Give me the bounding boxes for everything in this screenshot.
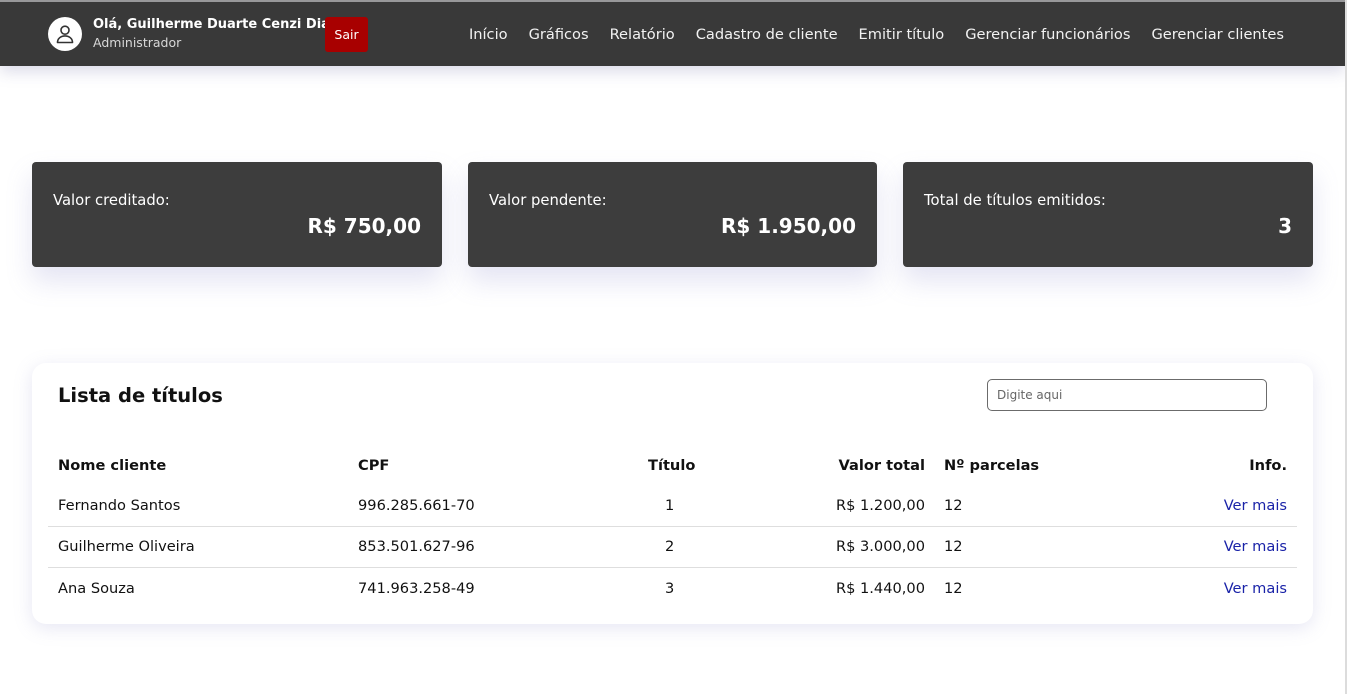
column-header-info: Info.	[1249, 457, 1287, 474]
nav-link-relatorio[interactable]: Relatório	[610, 26, 675, 43]
row-divider	[48, 526, 1297, 527]
row-1-installments: 12	[944, 497, 963, 514]
nav-link-graficos[interactable]: Gráficos	[529, 26, 589, 43]
card-pending: Valor pendente: R$ 1.950,00	[468, 162, 877, 267]
card-issued-value: 3	[1278, 214, 1292, 238]
row-2-name: Guilherme Oliveira	[58, 538, 195, 555]
row-1-ver-mais-link[interactable]: Ver mais	[1224, 497, 1287, 514]
card-credited-value: R$ 750,00	[307, 214, 421, 238]
card-credited-label: Valor creditado:	[53, 192, 170, 209]
row-3-total: R$ 1.440,00	[835, 580, 925, 597]
nav-link-gerenciar-funcionarios[interactable]: Gerenciar funcionários	[965, 26, 1130, 43]
user-avatar-icon	[48, 17, 82, 51]
row-3-installments: 12	[944, 580, 963, 597]
row-3-title: 3	[665, 580, 675, 597]
navbar: Olá, Guilherme Duarte Cenzi Dias Adminis…	[0, 2, 1345, 66]
row-1-cpf: 996.285.661-70	[358, 497, 475, 514]
row-1-name: Fernando Santos	[58, 497, 181, 514]
nav-link-emitir-titulo[interactable]: Emitir título	[859, 26, 945, 43]
user-role: Administrador	[93, 35, 182, 50]
row-1-title: 1	[665, 497, 675, 514]
nav-link-inicio[interactable]: Início	[469, 26, 508, 43]
titles-panel: Lista de títulos Nome cliente CPF Título…	[32, 363, 1313, 624]
nav-link-cadastro-cliente[interactable]: Cadastro de cliente	[696, 26, 838, 43]
user-greeting: Olá, Guilherme Duarte Cenzi Dias	[93, 17, 338, 32]
card-pending-label: Valor pendente:	[489, 192, 607, 209]
card-issued: Total de títulos emitidos: 3	[903, 162, 1313, 267]
row-2-ver-mais-link[interactable]: Ver mais	[1224, 538, 1287, 555]
row-3-cpf: 741.963.258-49	[358, 580, 475, 597]
nav-link-gerenciar-clientes[interactable]: Gerenciar clientes	[1151, 26, 1284, 43]
row-1-total: R$ 1.200,00	[835, 497, 925, 514]
row-2-installments: 12	[944, 538, 963, 555]
row-3-ver-mais-link[interactable]: Ver mais	[1224, 580, 1287, 597]
titles-heading: Lista de títulos	[58, 384, 223, 407]
row-2-cpf: 853.501.627-96	[358, 538, 475, 555]
column-header-total: Valor total	[838, 457, 925, 474]
card-pending-value: R$ 1.950,00	[721, 214, 856, 238]
row-divider	[48, 567, 1297, 568]
column-header-cpf: CPF	[358, 457, 390, 474]
main-nav: Início Gráficos Relatório Cadastro de cl…	[469, 26, 1284, 43]
row-2-total: R$ 3.000,00	[835, 538, 925, 555]
card-credited: Valor creditado: R$ 750,00	[32, 162, 442, 267]
card-issued-label: Total de títulos emitidos:	[924, 192, 1106, 209]
column-header-title: Título	[648, 457, 696, 474]
column-header-installments: Nº parcelas	[944, 457, 1040, 474]
row-3-name: Ana Souza	[58, 580, 135, 597]
column-header-name: Nome cliente	[58, 457, 167, 474]
row-2-title: 2	[665, 538, 675, 555]
logout-button[interactable]: Sair	[325, 17, 368, 52]
search-input[interactable]	[987, 379, 1267, 411]
